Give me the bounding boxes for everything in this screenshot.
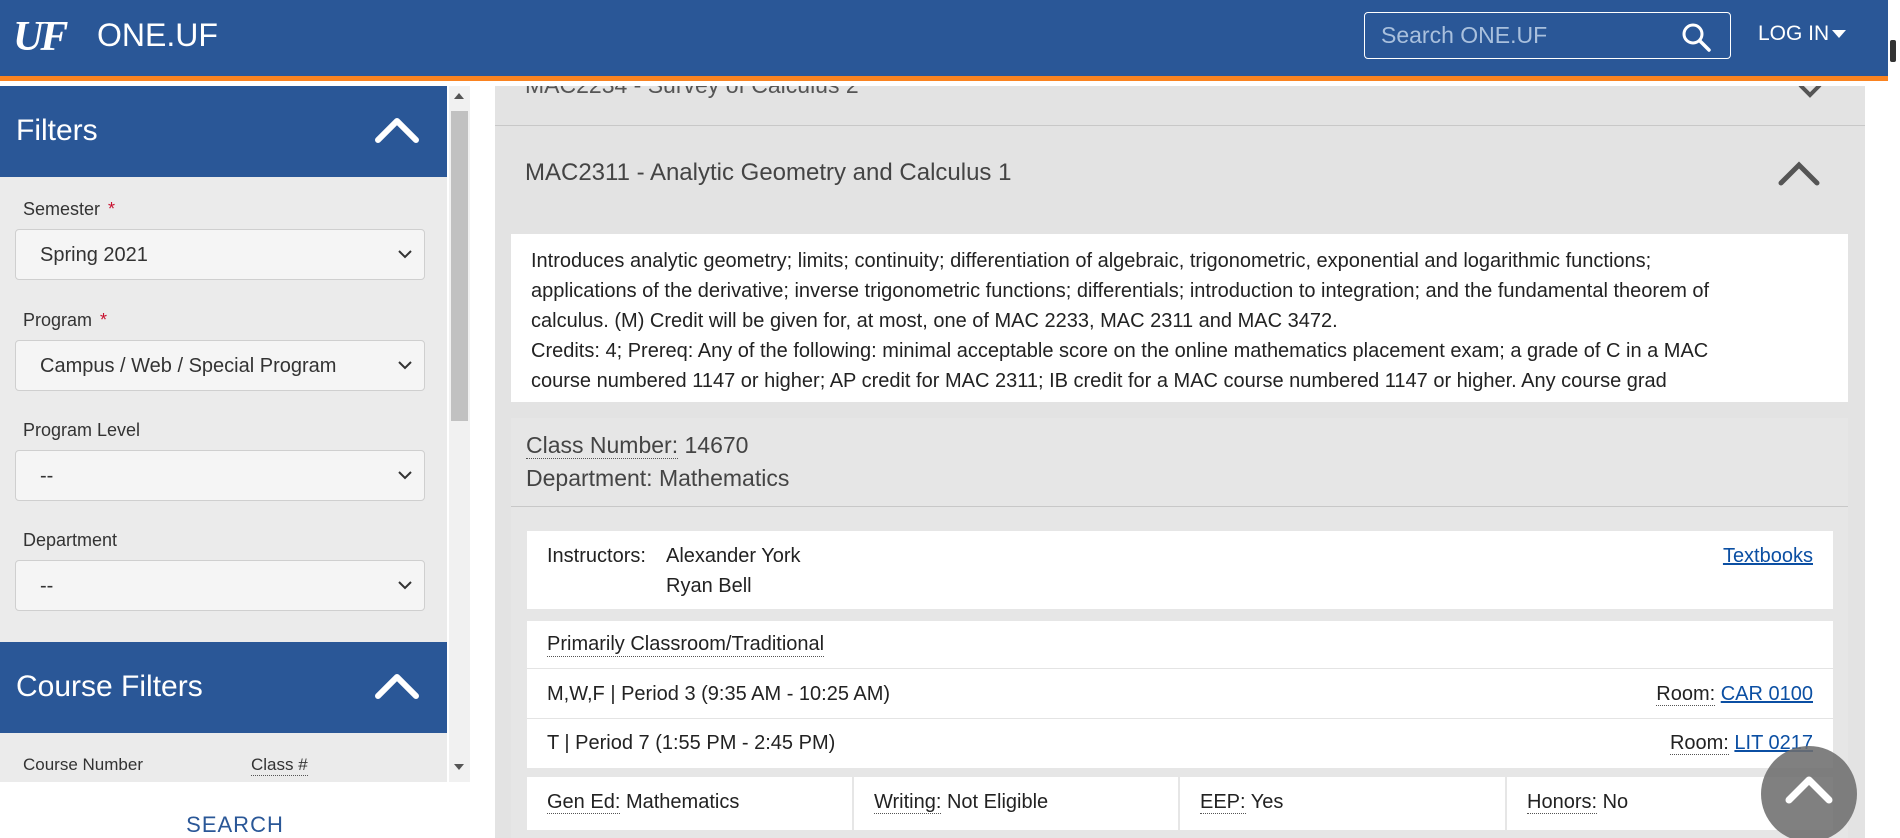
- search-button[interactable]: SEARCH: [0, 782, 470, 838]
- filters-title: Filters: [16, 114, 98, 147]
- textbooks-link[interactable]: Textbooks: [1723, 545, 1813, 568]
- row-divider: [527, 668, 1833, 669]
- chevron-up-icon: [1785, 776, 1833, 804]
- writing: Writing: Not Eligible: [874, 791, 1049, 814]
- writing-cell: Writing: Not Eligible: [854, 777, 1178, 830]
- instructor-name: Ryan Bell: [666, 575, 752, 597]
- semester-value: Spring 2021: [40, 244, 148, 266]
- course-filters-title: Course Filters: [16, 670, 203, 703]
- filters-panel: Filters Semester * Spring 2021 Program * C…: [0, 86, 447, 782]
- instructors-label: Instructors:: [547, 545, 646, 567]
- program-select[interactable]: Campus / Web / Special Program: [15, 340, 425, 391]
- site-title[interactable]: ONE.UF: [97, 17, 218, 54]
- course-number-label: Course Number: [23, 755, 143, 774]
- chevron-down-icon[interactable]: [1832, 30, 1846, 38]
- login-button[interactable]: LOG IN: [1758, 22, 1829, 46]
- program-value: Campus / Web / Special Program: [40, 355, 337, 377]
- page-scrollbar-thumb[interactable]: [1890, 40, 1896, 62]
- eep: EEP: Yes: [1200, 791, 1284, 814]
- department-value: --: [40, 575, 54, 597]
- department-label: Department: [23, 530, 118, 550]
- scroll-down-arrow-icon[interactable]: [454, 764, 464, 770]
- meeting-time: M,W,F | Period 3 (9:35 AM - 10:25 AM): [547, 683, 891, 705]
- delivery-mode: Primarily Classroom/Traditional: [547, 633, 825, 657]
- eep-cell: EEP: Yes: [1180, 777, 1505, 830]
- chevron-down-icon: [398, 250, 412, 259]
- chevron-down-icon[interactable]: [1797, 86, 1823, 98]
- meetings-card: Primarily Classroom/Traditional M,W,F | …: [527, 621, 1833, 768]
- program-level-label: Program Level: [23, 420, 141, 440]
- instructors-card: Instructors: Alexander York Ryan Bell Te…: [527, 531, 1833, 609]
- chevron-up-icon[interactable]: [1778, 160, 1820, 186]
- page-scrollbar[interactable]: [1888, 0, 1900, 838]
- program-label: Program *: [23, 310, 108, 330]
- gen-ed: Gen Ed: Mathematics: [547, 791, 740, 814]
- semester-select[interactable]: Spring 2021: [15, 229, 425, 280]
- search-input[interactable]: [1365, 13, 1665, 58]
- chevron-down-icon: [398, 581, 412, 590]
- chevron-up-icon[interactable]: [374, 670, 420, 700]
- chevron-down-icon: [398, 361, 412, 370]
- instructor-name: Alexander York: [666, 545, 801, 567]
- search-button-label: SEARCH: [186, 812, 284, 837]
- class-department: Department: Mathematics: [526, 465, 790, 491]
- program-level-select[interactable]: --: [15, 450, 425, 501]
- course-description: Introduces analytic geometry; limits; co…: [511, 234, 1848, 402]
- course-accordion-prev[interactable]: MAC2234 - Survey of Calculus 2: [495, 86, 1865, 126]
- prereq-line: course numbered 1147 or higher; AP credi…: [531, 370, 1667, 392]
- prev-course-title: MAC2234 - Survey of Calculus 2: [525, 86, 859, 99]
- prereq-line: Credits: 4; Prereq: Any of the following…: [531, 340, 1709, 362]
- course-title: MAC2311 - Analytic Geometry and Calculus…: [525, 159, 1012, 186]
- department-select[interactable]: --: [15, 560, 425, 611]
- row-divider: [527, 718, 1833, 719]
- meeting-room: Room: CAR 0100: [1656, 683, 1813, 706]
- description-line: Introduces analytic geometry; limits; co…: [531, 250, 1652, 272]
- semester-label: Semester *: [23, 199, 116, 219]
- course-filters-header[interactable]: Course Filters: [0, 642, 447, 733]
- meeting-time: T | Period 7 (1:55 PM - 2:45 PM): [547, 732, 836, 754]
- course-accordion[interactable]: MAC2311 - Analytic Geometry and Calculus…: [495, 127, 1865, 218]
- sidebar-scrollbar-thumb[interactable]: [451, 111, 468, 421]
- scroll-up-arrow-icon[interactable]: [454, 93, 464, 99]
- description-line: applications of the derivative; inverse …: [531, 280, 1710, 302]
- class-number-filter-label: Class #: [251, 755, 308, 776]
- search-box: [1364, 12, 1731, 59]
- program-level-value: --: [40, 465, 54, 487]
- search-icon[interactable]: [1680, 21, 1712, 53]
- description-line: calculus. (M) Credit will be given for, …: [531, 310, 1338, 332]
- room-link[interactable]: CAR 0100: [1721, 683, 1813, 705]
- back-to-top-button[interactable]: [1761, 746, 1857, 838]
- filters-header[interactable]: Filters: [0, 86, 447, 177]
- gen-ed-cell: Gen Ed: Mathematics: [527, 777, 852, 830]
- chevron-down-icon: [398, 471, 412, 480]
- honors: Honors: No: [1527, 791, 1629, 814]
- site-header: UF ONE.UF LOG IN: [0, 0, 1888, 81]
- chevron-up-icon[interactable]: [374, 114, 420, 144]
- class-number: Class Number: 14670: [526, 432, 749, 459]
- section-divider: [511, 506, 1848, 507]
- uf-logo[interactable]: UF: [13, 13, 68, 61]
